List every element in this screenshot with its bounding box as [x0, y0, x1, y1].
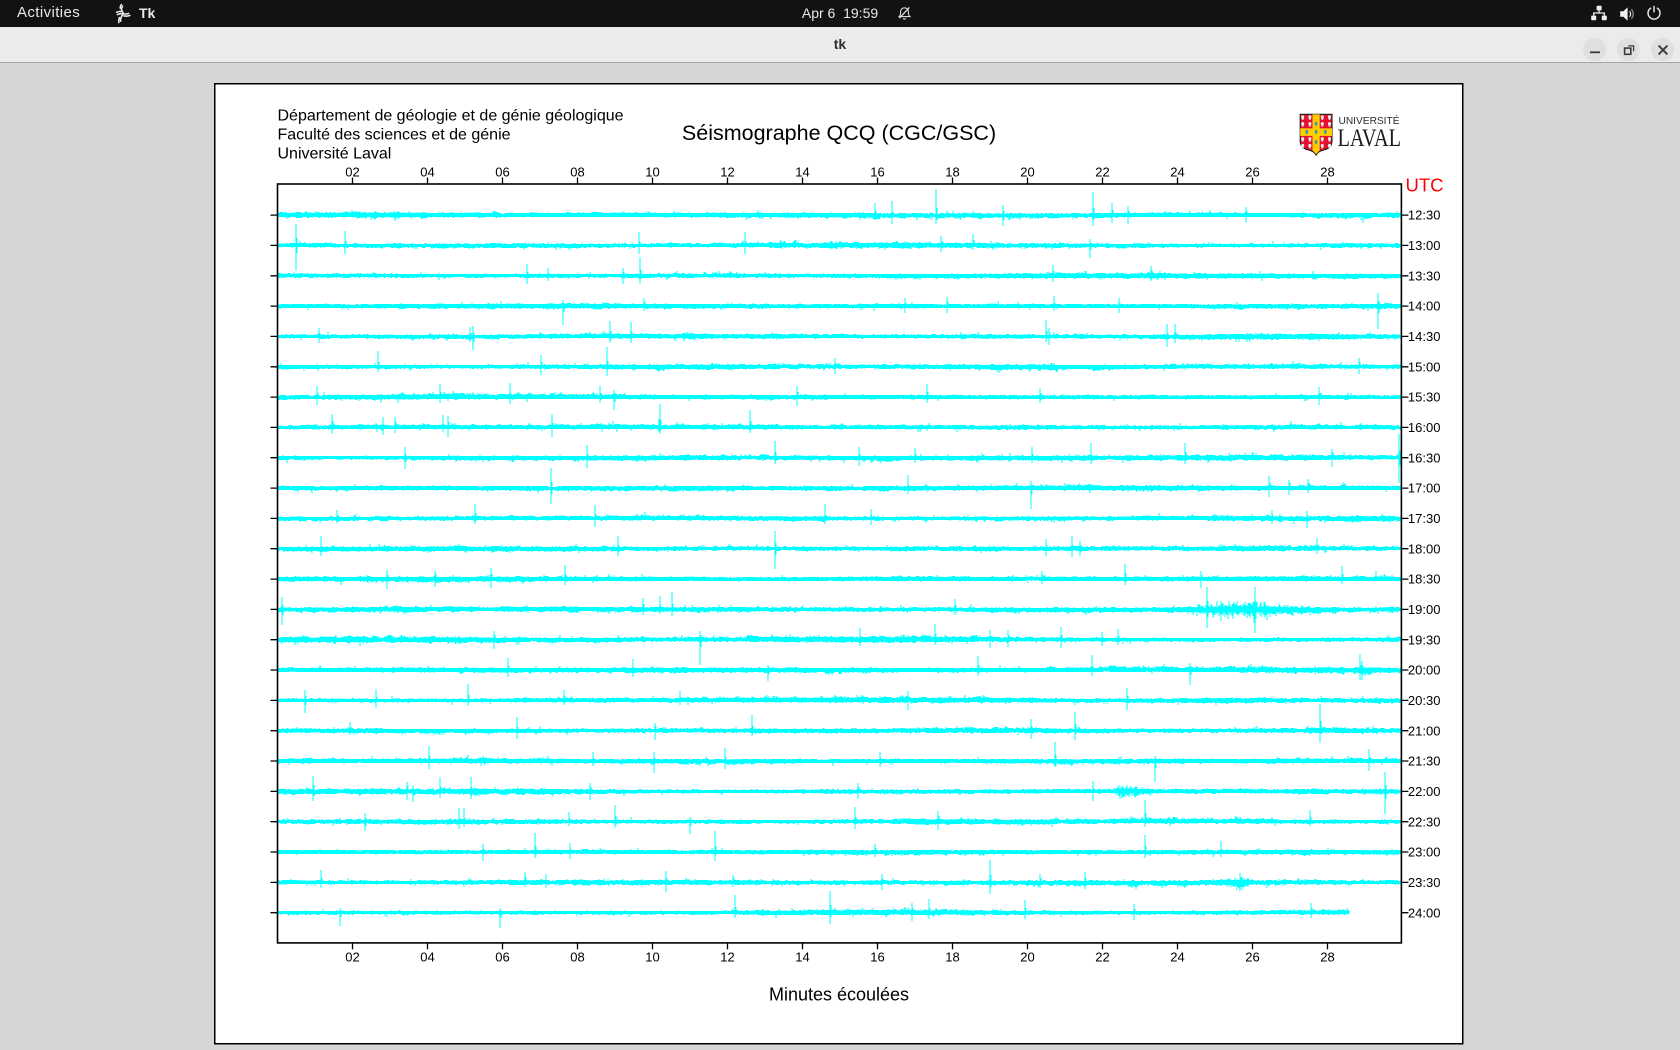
svg-text:20:00: 20:00 [1408, 663, 1441, 678]
svg-text:14: 14 [795, 950, 809, 965]
svg-text:22:00: 22:00 [1408, 784, 1441, 799]
svg-text:18: 18 [945, 950, 959, 965]
svg-text:19:00: 19:00 [1408, 602, 1441, 617]
svg-text:12: 12 [720, 950, 734, 965]
svg-text:18:30: 18:30 [1408, 572, 1441, 587]
svg-text:16: 16 [870, 165, 884, 180]
svg-text:04: 04 [420, 165, 434, 180]
svg-text:Département de géologie et de: Département de géologie et de génie géol… [278, 107, 624, 124]
svg-text:21:00: 21:00 [1408, 723, 1441, 738]
svg-text:24: 24 [1170, 950, 1184, 965]
svg-text:12: 12 [720, 165, 734, 180]
svg-text:24: 24 [1170, 165, 1184, 180]
svg-text:26: 26 [1245, 165, 1259, 180]
svg-text:20: 20 [1020, 165, 1034, 180]
svg-text:22:30: 22:30 [1408, 814, 1441, 829]
svg-text:20: 20 [1020, 950, 1034, 965]
svg-text:19:30: 19:30 [1408, 632, 1441, 647]
svg-text:12:30: 12:30 [1408, 208, 1441, 223]
svg-text:14:30: 14:30 [1408, 329, 1441, 344]
svg-text:20:30: 20:30 [1408, 693, 1441, 708]
svg-text:08: 08 [570, 950, 584, 965]
svg-text:Séismographe QCQ (CGC/GSC): Séismographe QCQ (CGC/GSC) [682, 121, 996, 145]
svg-text:17:00: 17:00 [1408, 481, 1441, 496]
svg-text:18:00: 18:00 [1408, 541, 1441, 556]
svg-text:04: 04 [420, 950, 434, 965]
svg-text:28: 28 [1320, 950, 1334, 965]
svg-text:06: 06 [495, 950, 509, 965]
svg-text:14: 14 [795, 165, 809, 180]
svg-text:02: 02 [345, 950, 359, 965]
svg-text:16:00: 16:00 [1408, 420, 1441, 435]
svg-text:Minutes écoulées: Minutes écoulées [769, 985, 909, 1005]
svg-text:18: 18 [945, 165, 959, 180]
svg-text:23:00: 23:00 [1408, 845, 1441, 860]
svg-text:08: 08 [570, 165, 584, 180]
svg-text:15:30: 15:30 [1408, 390, 1441, 405]
svg-text:23:30: 23:30 [1408, 875, 1441, 890]
svg-text:16:30: 16:30 [1408, 450, 1441, 465]
svg-text:28: 28 [1320, 165, 1334, 180]
svg-text:16: 16 [870, 950, 884, 965]
svg-text:06: 06 [495, 165, 509, 180]
svg-text:UTC: UTC [1406, 175, 1444, 196]
svg-text:14:00: 14:00 [1408, 299, 1441, 314]
svg-text:17:30: 17:30 [1408, 511, 1441, 526]
svg-text:26: 26 [1245, 950, 1259, 965]
svg-text:Faculté des sciences et de gén: Faculté des sciences et de génie [278, 126, 511, 143]
svg-text:13:00: 13:00 [1408, 238, 1441, 253]
svg-text:Université Laval: Université Laval [278, 145, 392, 162]
svg-text:22: 22 [1095, 165, 1109, 180]
svg-text:10: 10 [645, 950, 659, 965]
svg-text:LAVAL: LAVAL [1338, 123, 1402, 152]
svg-text:13:30: 13:30 [1408, 268, 1441, 283]
svg-text:10: 10 [645, 165, 659, 180]
svg-text:02: 02 [345, 165, 359, 180]
svg-text:21:30: 21:30 [1408, 754, 1441, 769]
svg-text:22: 22 [1095, 950, 1109, 965]
svg-text:15:00: 15:00 [1408, 359, 1441, 374]
svg-text:24:00: 24:00 [1408, 905, 1441, 920]
